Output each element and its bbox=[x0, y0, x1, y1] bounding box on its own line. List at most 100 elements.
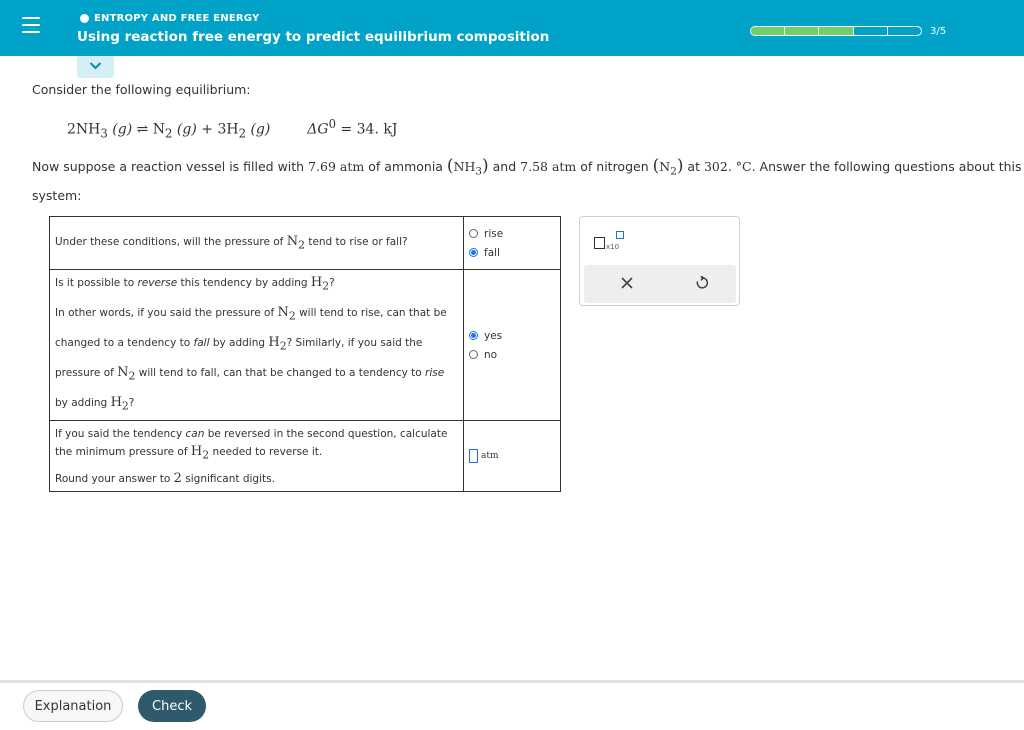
option-label: fall bbox=[484, 246, 500, 259]
option-fall[interactable]: fall bbox=[469, 247, 555, 259]
subscript: 2 bbox=[279, 339, 287, 353]
topic-dot-icon bbox=[80, 14, 89, 23]
text: at bbox=[683, 159, 704, 174]
nitrogen-pressure: 7.58 atm bbox=[520, 159, 577, 174]
text: Is it possible to bbox=[55, 277, 138, 289]
undo-icon[interactable] bbox=[694, 276, 708, 290]
footer-bar: Explanation Check bbox=[0, 680, 1024, 730]
progress-segment bbox=[854, 27, 888, 35]
option-no[interactable]: no bbox=[469, 349, 555, 361]
answer-tools-panel: x10 bbox=[579, 216, 740, 306]
text: this tendency by adding bbox=[177, 277, 311, 289]
subscript: 2 bbox=[298, 238, 305, 252]
text: needed to reverse it. bbox=[209, 445, 323, 458]
species: H bbox=[310, 275, 323, 290]
hamburger-menu-icon[interactable] bbox=[22, 17, 40, 35]
emphasis: fall bbox=[193, 337, 210, 350]
collapse-toggle[interactable] bbox=[77, 56, 114, 78]
ammonia-formula: (NH3) bbox=[446, 156, 489, 178]
q3-line: Round your answer to 2 significant digit… bbox=[55, 470, 458, 488]
question-3-answer: atm bbox=[463, 420, 561, 493]
species: N bbox=[659, 159, 671, 174]
text: will tend to fall, can that be changed t… bbox=[135, 367, 426, 380]
emphasis: rise bbox=[425, 367, 445, 380]
text: Now suppose a reaction vessel is filled … bbox=[32, 159, 309, 174]
question-1-text: Under these conditions, will the pressur… bbox=[49, 216, 464, 270]
x-close-icon[interactable] bbox=[620, 276, 634, 290]
radio-button[interactable] bbox=[469, 229, 478, 238]
explanation-button[interactable]: Explanation bbox=[23, 690, 123, 722]
progress-segment bbox=[785, 27, 820, 35]
progress-count: 3/5 bbox=[930, 26, 947, 37]
subscript: 2 bbox=[165, 126, 173, 141]
check-button[interactable]: Check bbox=[138, 690, 206, 722]
option-label: yes bbox=[484, 329, 503, 342]
q2-line: Is it possible to reverse this tendency … bbox=[55, 270, 458, 300]
subscript: 2 bbox=[670, 165, 677, 178]
text: Round your answer to bbox=[55, 473, 174, 486]
delta-g-symbol: ΔG bbox=[307, 121, 329, 138]
coefficient: 2 bbox=[67, 121, 76, 138]
question-table: Under these conditions, will the pressur… bbox=[49, 216, 561, 493]
option-yes[interactable]: yes bbox=[469, 330, 555, 342]
species: H bbox=[226, 121, 239, 138]
tool-actions bbox=[584, 265, 736, 303]
question-row-3: If you said the tendency can be reversed… bbox=[49, 420, 561, 493]
text: the minimum pressure of bbox=[55, 445, 191, 458]
progress-bar bbox=[750, 26, 922, 36]
species: H bbox=[190, 443, 203, 459]
q3-line: the minimum pressure of H2 needed to rev… bbox=[55, 443, 458, 465]
plus-sign: + bbox=[201, 121, 213, 138]
emphasis: can bbox=[185, 427, 205, 440]
text: ? bbox=[128, 397, 135, 410]
text: and bbox=[488, 159, 521, 174]
nitrogen-formula: (N2) bbox=[652, 156, 684, 178]
prompt-intro: Consider the following equilibrium: bbox=[32, 82, 251, 97]
species: N bbox=[277, 305, 289, 321]
reaction-equation: 2NH3 (g) ⇌ N2 (g) + 3H2 (g) ΔG0 = 34. kJ bbox=[67, 117, 397, 140]
q2-line: pressure of N2 will tend to fall, can th… bbox=[55, 360, 458, 390]
option-label: no bbox=[484, 348, 498, 361]
text: by adding bbox=[209, 337, 269, 350]
topic-label: ENTROPY AND FREE ENERGY bbox=[80, 13, 259, 24]
equilibrium-arrow: ⇌ bbox=[136, 121, 149, 138]
q2-line: In other words, if you said the pressure… bbox=[55, 300, 458, 330]
scientific-notation-button[interactable]: x10 bbox=[594, 231, 628, 253]
text: ? Similarly, if you said the bbox=[286, 337, 423, 350]
text: will tend to rise, can that be bbox=[295, 307, 447, 320]
radio-button-selected[interactable] bbox=[469, 331, 478, 341]
progress-segment bbox=[819, 27, 854, 35]
radio-button[interactable] bbox=[469, 350, 478, 360]
text: by adding bbox=[55, 397, 111, 410]
chevron-down-icon bbox=[89, 62, 102, 70]
subscript: 3 bbox=[100, 126, 108, 141]
topic-text: ENTROPY AND FREE ENERGY bbox=[94, 13, 260, 24]
q2-line: by adding H2? bbox=[55, 390, 458, 420]
radio-button-selected[interactable] bbox=[469, 248, 478, 257]
temperature: 302. °C bbox=[703, 159, 752, 174]
phase: (g) bbox=[112, 121, 133, 138]
q3-line: If you said the tendency can be reversed… bbox=[55, 425, 458, 443]
delta-g-value: = 34. kJ bbox=[340, 121, 398, 138]
question-3-text: If you said the tendency can be reversed… bbox=[49, 420, 464, 493]
question-2-answer: yes no bbox=[463, 268, 561, 422]
progress-segment bbox=[751, 27, 786, 35]
pressure-answer-input[interactable] bbox=[469, 449, 478, 464]
text: of nitrogen bbox=[576, 159, 653, 174]
option-label: rise bbox=[484, 227, 504, 240]
species: N bbox=[117, 365, 129, 381]
option-rise[interactable]: rise bbox=[469, 228, 555, 240]
text: Under these conditions, will the pressur… bbox=[55, 236, 287, 249]
text: In other words, if you said the pressure… bbox=[55, 307, 278, 320]
sig-digits: 2 bbox=[173, 471, 182, 487]
phase: (g) bbox=[176, 121, 197, 138]
species: H bbox=[268, 335, 280, 351]
text: tend to rise or fall? bbox=[304, 236, 408, 249]
exponent-box-icon bbox=[616, 231, 624, 239]
text: significant digits. bbox=[181, 473, 275, 486]
q2-line: changed to a tendency to fall by adding … bbox=[55, 330, 458, 360]
species: NH bbox=[75, 121, 101, 138]
species: NH bbox=[453, 159, 476, 174]
question-1-answer: rise fall bbox=[463, 216, 561, 270]
subscript: 2 bbox=[288, 309, 296, 323]
